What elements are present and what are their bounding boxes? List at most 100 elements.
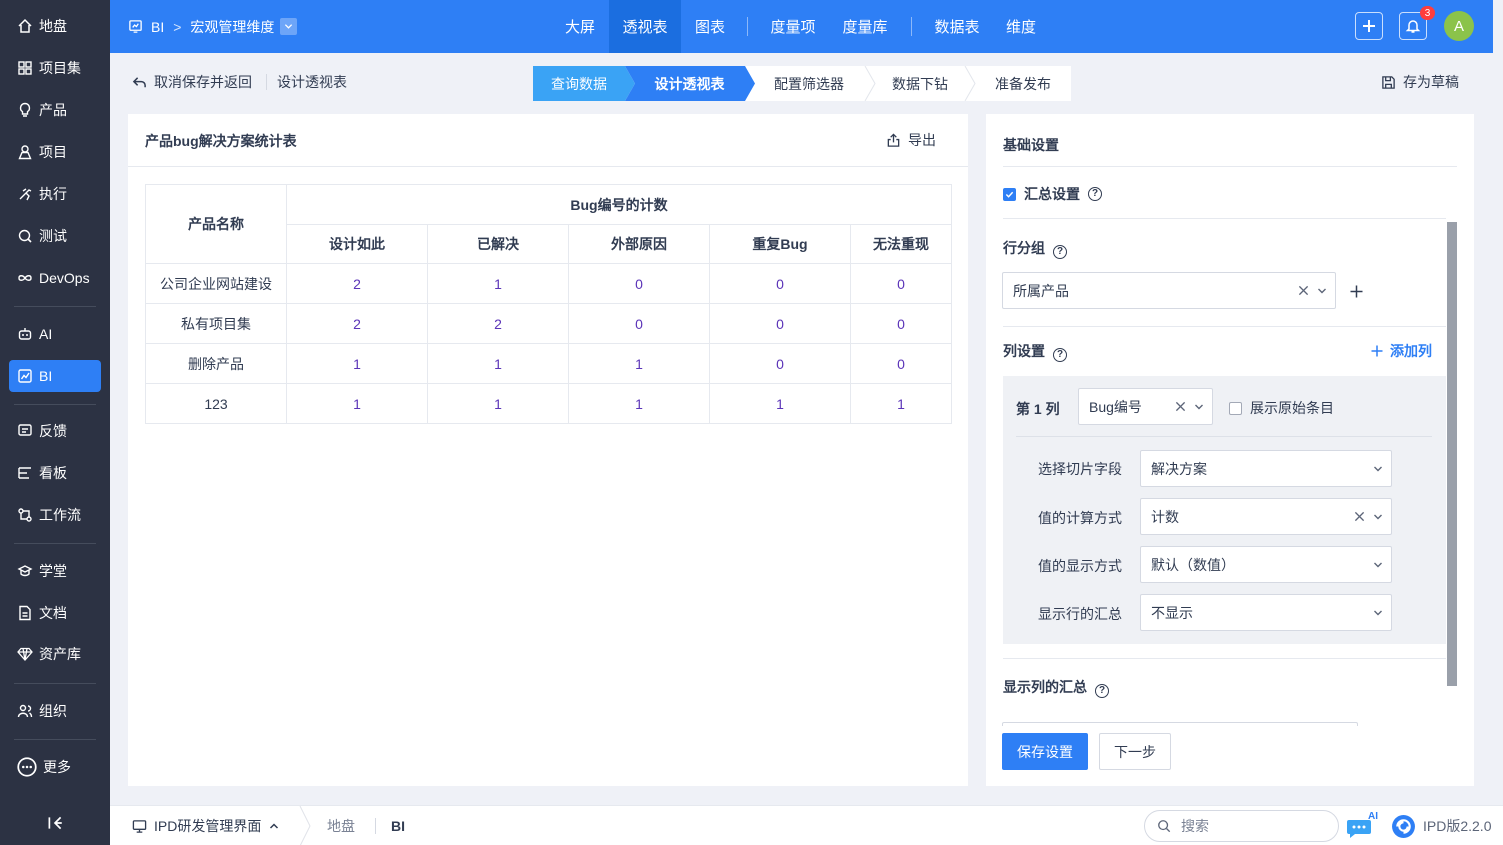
row-total-select[interactable]: 不显示 [1140,594,1392,631]
dimension-dropdown-button[interactable] [280,18,298,35]
sidebar-item-kanban[interactable]: 看板 [9,457,101,489]
display-method-select[interactable]: 默认（数值） [1140,546,1392,583]
search-input[interactable]: 搜索 [1144,810,1339,842]
sidebar-divider [14,306,96,307]
column-field-value: Bug编号 [1089,398,1142,415]
column-divider [1016,436,1432,437]
sidebar-item-school[interactable]: 学堂 [9,555,101,587]
cell-value: 0 [568,263,710,304]
sidebar-item-label: 产品 [39,102,67,118]
add-column-button[interactable]: 添加列 [1371,341,1432,361]
sidebar-item-bi[interactable]: BI [9,360,101,392]
row-label: 私有项目集 [145,303,287,344]
help-icon[interactable]: ? [1053,245,1067,259]
calc-method-value: 计数 [1151,508,1179,525]
sidebar-item-label: 学堂 [39,563,67,579]
monitor-icon [132,819,147,833]
slice-field-select[interactable]: 解决方案 [1140,450,1392,487]
sidebar-item-project[interactable]: 项目 [9,136,101,168]
next-step-button[interactable]: 下一步 [1099,733,1171,770]
column-header: 外部原因 [568,224,710,264]
save-settings-button[interactable]: 保存设置 [1002,733,1088,770]
clear-icon[interactable] [1298,285,1309,296]
sidebar-item-product[interactable]: 产品 [9,94,101,126]
cell-value: 0 [849,263,953,304]
back-arrow-icon [132,76,146,87]
tab-metric[interactable]: 度量项 [760,0,826,53]
back-button[interactable]: 取消保存并返回 [132,53,252,111]
export-button[interactable]: 导出 [886,130,936,150]
tab-dimension[interactable]: 维度 [996,0,1046,53]
tab-metric-lib[interactable]: 度量库 [832,0,898,53]
column-total-select-edge[interactable] [1002,722,1358,726]
step-design-pivot[interactable]: 设计透视表 [637,66,742,101]
tab-screen[interactable]: 大屏 [555,0,605,53]
column-field-select[interactable]: Bug编号 [1078,388,1213,425]
tab-pivot[interactable]: 透视表 [609,0,681,53]
sidebar-item-home[interactable]: 地盘 [9,10,101,42]
version-info: IPD版2.2.0 [1391,806,1491,845]
sidebar-item-label: 地盘 [39,18,67,34]
row-group-select[interactable]: 所属产品 [1002,272,1336,309]
step-query-data[interactable]: 查询数据 [533,66,625,101]
sidebar-divider [14,543,96,544]
ai-assistant-button[interactable]: AI [1347,811,1378,840]
sidebar-item-doc[interactable]: 文档 [9,597,101,629]
cell-value: 2 [286,263,428,304]
cell-value: 1 [568,383,710,424]
tab-datatable[interactable]: 数据表 [924,0,990,53]
slice-field-value: 解决方案 [1151,460,1207,477]
clear-icon[interactable] [1175,401,1186,412]
footer-crumb-home[interactable]: 地盘 [327,806,355,845]
sidebar-divider [14,404,96,405]
row-label: 123 [145,383,287,424]
designer-toolbar: 取消保存并返回 设计透视表 查询数据 设计透视表 配置筛选器 数据下钻 准备发布… [110,53,1493,111]
sidebar-item-workflow[interactable]: 工作流 [9,499,101,531]
calc-method-label: 值的计算方式 [1038,510,1122,526]
footer-crumb-bi[interactable]: BI [391,806,405,845]
avatar[interactable]: A [1444,11,1474,41]
clear-icon[interactable] [1354,511,1365,522]
help-icon[interactable]: ? [1088,187,1102,201]
dimension-name[interactable]: 宏观管理维度 [190,17,274,37]
sidebar-item-assets[interactable]: 资产库 [9,638,101,670]
help-icon[interactable]: ? [1095,684,1109,698]
step-drilldown[interactable]: 数据下钻 [875,66,965,101]
column-total-title: 显示列的汇总? [1003,677,1109,698]
section-divider [1003,166,1457,167]
sidebar-item-org[interactable]: 组织 [9,695,101,727]
sidebar-item-devops[interactable]: DevOps [9,262,101,294]
search-placeholder: 搜索 [1181,818,1209,834]
step-publish[interactable]: 准备发布 [977,66,1069,101]
show-raw-checkbox[interactable] [1229,401,1242,415]
collapse-sidebar-icon[interactable] [46,814,64,832]
grid-icon [18,61,32,75]
sidebar-item-ai[interactable]: AI [9,318,101,350]
sidebar-item-program[interactable]: 项目集 [9,52,101,84]
create-button[interactable] [1355,12,1383,40]
org-icon [17,704,33,718]
diamond-icon [17,647,33,661]
settings-scrollbar[interactable] [1447,222,1457,686]
summary-checkbox[interactable] [1003,187,1016,201]
sidebar-item-label: 测试 [39,228,67,244]
sidebar-item-execution[interactable]: 执行 [9,178,101,210]
breadcrumb-module[interactable]: BI [151,19,164,35]
export-icon [887,132,900,147]
app-switcher[interactable]: IPD研发管理界面 [132,806,279,845]
save-draft-button[interactable]: 存为草稿 [1381,53,1459,111]
sidebar-item-more[interactable]: 更多 [9,751,101,783]
calc-method-select[interactable]: 计数 [1140,498,1392,535]
add-row-group-icon[interactable] [1350,285,1363,298]
sidebar-item-test[interactable]: 测试 [9,220,101,252]
doc-icon [19,605,31,621]
sidebar-item-feedback[interactable]: 反馈 [9,415,101,447]
help-icon[interactable]: ? [1053,348,1067,362]
home-icon [18,18,32,33]
tab-chart[interactable]: 图表 [685,0,735,53]
sidebar-item-label: BI [39,368,53,384]
chevron-down-icon [1374,466,1382,471]
step-config-filter[interactable]: 配置筛选器 [755,66,863,101]
chevron-down-icon [285,24,293,29]
section-divider [1003,658,1446,659]
